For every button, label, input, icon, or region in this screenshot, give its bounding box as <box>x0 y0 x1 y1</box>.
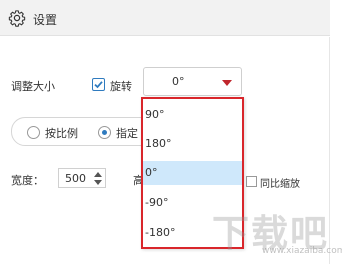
settings-header: 设置 <box>0 0 330 36</box>
scale-mode-group: 按比例 指定 <box>11 117 161 146</box>
rotation-select[interactable]: 0° <box>143 67 242 96</box>
spin-down-icon[interactable] <box>94 180 102 185</box>
chevron-down-icon <box>222 80 232 86</box>
radio-proportional-label: 按比例 <box>45 127 78 140</box>
width-input[interactable]: 500 <box>58 168 106 188</box>
settings-title: 设置 <box>33 13 58 27</box>
radio-specify-label: 指定 <box>116 127 138 140</box>
watermark-url: www.xiazaiba.com <box>262 246 342 256</box>
proportional-label: 同比缩放 <box>260 179 300 190</box>
rotate-label: 旋转 <box>110 80 132 93</box>
rotation-select-value: 0° <box>172 75 185 88</box>
rotation-option-selected[interactable]: 0° <box>143 161 242 185</box>
width-value: 500 <box>65 172 86 185</box>
proportional-checkbox[interactable] <box>246 176 257 187</box>
width-label: 宽度： <box>11 174 44 187</box>
rotation-option[interactable]: 180° <box>143 132 242 156</box>
checkmark-icon <box>94 81 103 89</box>
radio-proportional[interactable] <box>27 126 40 139</box>
resize-label: 调整大小 <box>11 80 55 93</box>
rotation-option[interactable]: 90° <box>143 103 242 127</box>
spin-up-icon[interactable] <box>94 172 102 177</box>
rotate-checkbox[interactable] <box>92 78 105 91</box>
radio-specify[interactable] <box>98 126 111 139</box>
gear-icon <box>8 10 26 27</box>
